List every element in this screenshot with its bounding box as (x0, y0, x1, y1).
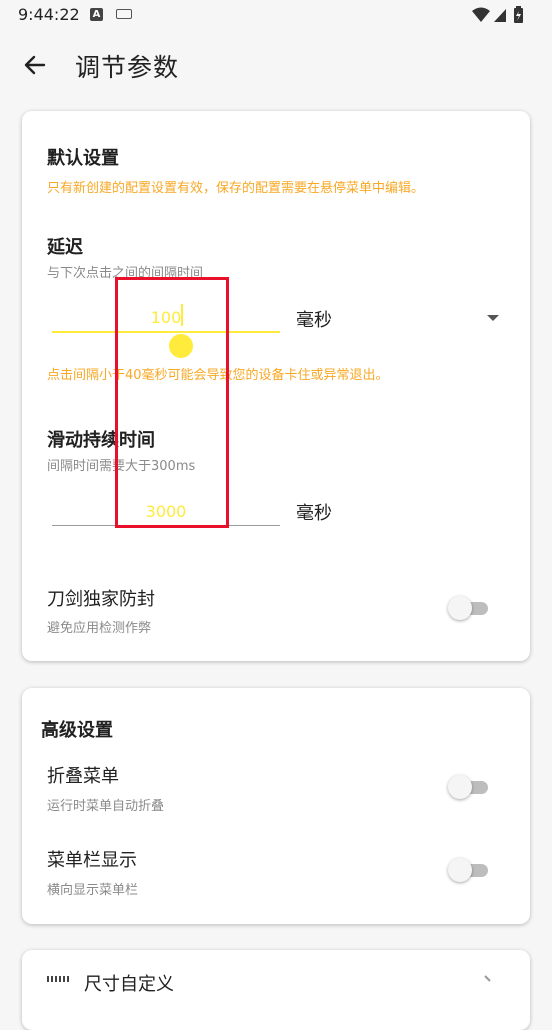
anti-ban-label: 刀剑独家防封 (47, 589, 155, 610)
default-settings-title: 默认设置 (47, 148, 119, 169)
back-arrow-icon[interactable] (20, 50, 50, 80)
status-icons (472, 6, 523, 23)
default-settings-notice: 只有新创建的配置设置有效，保存的配置需要在悬停菜单中编辑。 (47, 181, 425, 196)
advanced-settings-title: 高级设置 (41, 720, 113, 741)
chevron-down-icon[interactable] (485, 313, 501, 323)
menu-bar-toggle[interactable] (448, 857, 492, 883)
fold-menu-description: 运行时菜单自动折叠 (47, 799, 165, 814)
anti-ban-toggle[interactable] (448, 595, 492, 621)
status-time: 9:44:22 (18, 5, 80, 24)
page-title: 调节参数 (75, 53, 180, 82)
app-bar: 调节参数 (0, 30, 552, 100)
highlight-box (115, 277, 229, 528)
size-custom-label: 尺寸自定义 (84, 974, 174, 995)
notification-a-icon: A (90, 8, 103, 21)
fold-menu-toggle[interactable] (448, 774, 492, 800)
keyboard-icon (116, 9, 132, 19)
menu-bar-description: 横向显示菜单栏 (47, 883, 139, 898)
status-bar: 9:44:22 A (0, 0, 552, 30)
delay-label: 延迟 (47, 237, 83, 258)
delay-unit[interactable]: 毫秒 (296, 306, 332, 332)
ruler-icon (47, 976, 69, 982)
anti-ban-description: 避免应用检测作弊 (47, 621, 152, 636)
chevron-right-icon[interactable] (483, 975, 493, 983)
wifi-icon (472, 7, 490, 22)
swipe-duration-unit: 毫秒 (296, 503, 332, 524)
signal-icon (494, 9, 506, 22)
menu-bar-label: 菜单栏显示 (47, 850, 137, 871)
fold-menu-label: 折叠菜单 (47, 766, 119, 787)
